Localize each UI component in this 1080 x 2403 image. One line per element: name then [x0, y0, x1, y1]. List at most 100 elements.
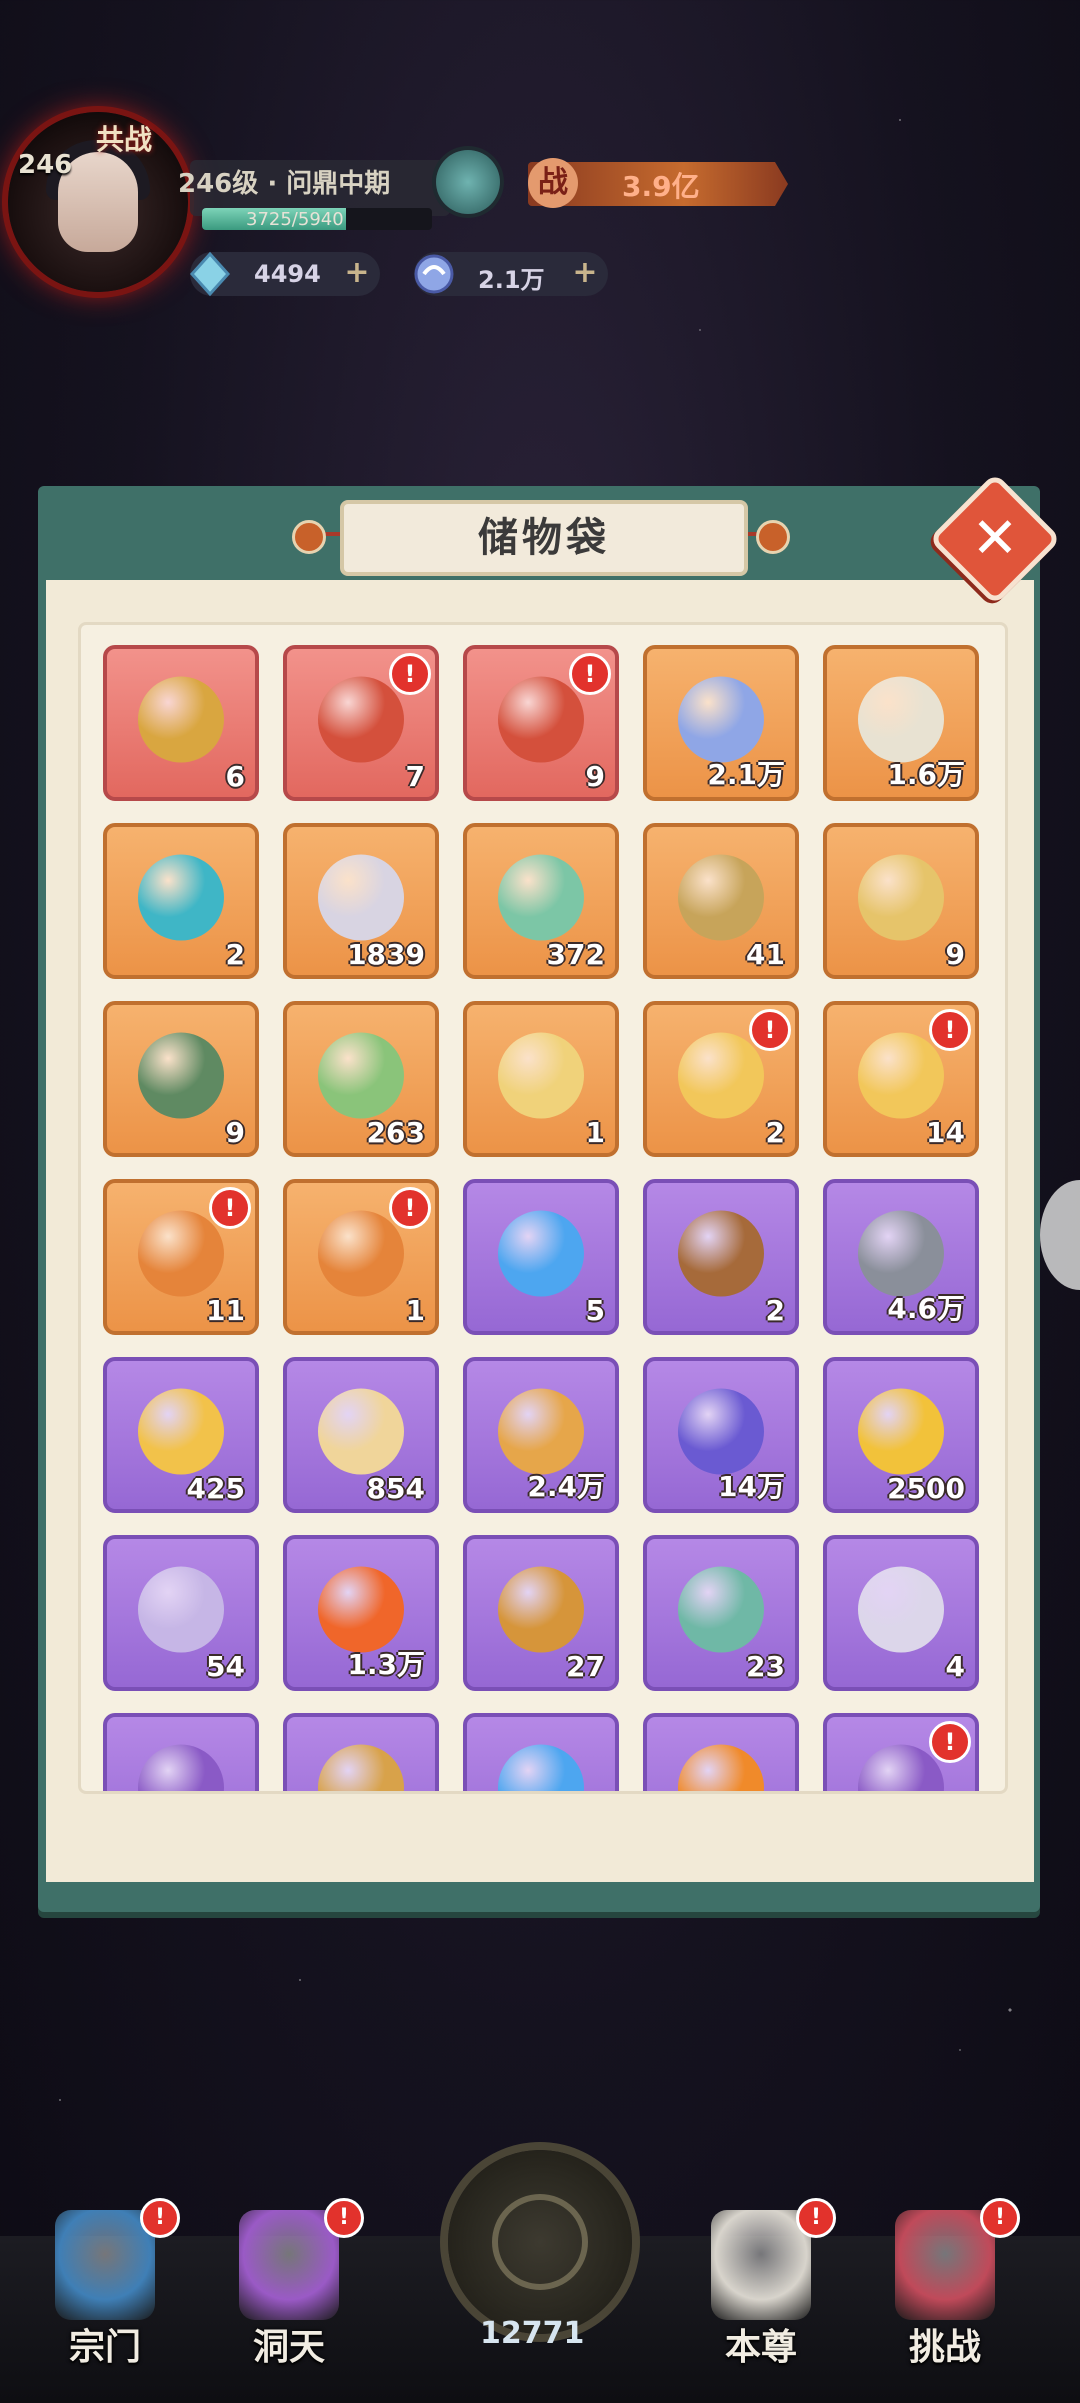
- purple-manual-icon: [138, 1744, 224, 1791]
- inventory-slot-gold-shard[interactable]: 2500: [823, 1357, 979, 1513]
- sect-icon: [55, 2210, 155, 2320]
- add-spirit-stone-button[interactable]: +: [570, 258, 600, 288]
- orb-stand-icon: [498, 1032, 584, 1119]
- item-count: 2: [225, 938, 245, 971]
- item-count: 854: [366, 1472, 425, 1505]
- item-count: 41: [746, 938, 785, 971]
- nav-alert-badge: !: [324, 2198, 364, 2238]
- new-item-alert-badge: !: [209, 1187, 251, 1229]
- inventory-slot-fortune-ticket[interactable]: 27: [463, 1535, 619, 1691]
- gold-crystal-icon: [138, 1388, 224, 1475]
- new-item-alert-badge: !: [929, 1721, 971, 1763]
- nav-sect[interactable]: ! 宗门: [30, 2190, 180, 2390]
- orange-manual-choice-icon: [318, 1210, 404, 1297]
- item-count: 2.4万: [527, 1470, 605, 1503]
- inventory-slot-manual-choice[interactable]: 9!: [463, 645, 619, 801]
- right-knob: [756, 520, 790, 554]
- item-count: 11: [206, 1294, 245, 1327]
- item-count: 2.1万: [707, 758, 785, 791]
- new-item-alert-badge: !: [929, 1009, 971, 1051]
- spirit-stone-count: 2.1万: [478, 266, 545, 294]
- item-count: 9: [585, 760, 605, 793]
- inventory-slot-bracelet[interactable]: 41: [643, 823, 799, 979]
- realm-cauldron-icon[interactable]: [436, 150, 500, 214]
- inventory-slot-map[interactable]: 263: [283, 1001, 439, 1157]
- item-count: 14: [926, 1116, 965, 1149]
- inventory-slot-brown-flame[interactable]: 2: [643, 1179, 799, 1335]
- jade-beast-icon: [498, 854, 584, 941]
- bracelet-icon: [678, 854, 764, 941]
- purple-orb-icon: [678, 1388, 764, 1475]
- item-count: 5: [585, 1294, 605, 1327]
- inventory-slot-card[interactable]: 4: [823, 1535, 979, 1691]
- inventory-slot-manual[interactable]: 7!: [283, 645, 439, 801]
- spirit-stone-resource: 2.1万 +: [414, 252, 608, 296]
- inventory-slot-treasure-bag[interactable]: 14!: [823, 1001, 979, 1157]
- inventory-slot-gourd[interactable]: 23: [643, 1535, 799, 1691]
- inventory-slot-blue-flame-2[interactable]: [463, 1713, 619, 1791]
- inventory-slot-talisman[interactable]: 1839: [283, 823, 439, 979]
- blue-flame-2-icon: [498, 1744, 584, 1791]
- orange-manual-icon: [138, 1210, 224, 1297]
- center-cultivate-button[interactable]: [448, 2150, 632, 2334]
- inventory-slot-scroll[interactable]: 9: [823, 823, 979, 979]
- new-item-alert-badge: !: [569, 653, 611, 695]
- item-count: 2: [765, 1116, 785, 1149]
- inventory-slot-book[interactable]: 9: [103, 1001, 259, 1157]
- exp-text: 3725/5940: [246, 209, 344, 230]
- avatar-tag: 共战: [96, 123, 153, 156]
- bone-icon: [858, 676, 944, 763]
- orange-crystal-icon: [678, 1744, 764, 1791]
- inventory-slot-ring[interactable]: 6: [103, 645, 259, 801]
- inventory-slot-orange-manual-choice[interactable]: 1!: [283, 1179, 439, 1335]
- inventory-slot-compass[interactable]: 854: [283, 1357, 439, 1513]
- inventory-slot-gold-token[interactable]: [283, 1713, 439, 1791]
- inventory-grid-area[interactable]: 6 7! 9! 2.1万 1.6万 2 1839 372 41 9 9 263 1 2! 14! 11! 1! 5…: [78, 622, 1008, 1794]
- nav-cave[interactable]: ! 洞天: [214, 2190, 364, 2390]
- new-item-alert-badge: !: [749, 1009, 791, 1051]
- inventory-slot-blue-flame[interactable]: 5: [463, 1179, 619, 1335]
- inventory-slot-purple-manual-2[interactable]: !: [823, 1713, 979, 1791]
- item-count: 425: [186, 1472, 245, 1505]
- nav-self[interactable]: ! 本尊: [686, 2190, 836, 2390]
- inventory-slot-mystery-bag[interactable]: 2!: [643, 1001, 799, 1157]
- new-item-alert-badge: !: [389, 1187, 431, 1229]
- card-icon: [858, 1566, 944, 1653]
- add-diamond-button[interactable]: +: [342, 258, 372, 288]
- manual-icon: [318, 676, 404, 763]
- cave-icon: [239, 2210, 339, 2320]
- orb-ring: [492, 2194, 588, 2290]
- item-count: 1: [405, 1294, 425, 1327]
- avatar-level: 246: [18, 150, 73, 180]
- nav-alert-badge: !: [140, 2198, 180, 2238]
- inventory-slot-gold-crystal[interactable]: 425: [103, 1357, 259, 1513]
- inventory-slot-fire-spirit[interactable]: 1.3万: [283, 1535, 439, 1691]
- nav-alert-badge: !: [980, 2198, 1020, 2238]
- inventory-slot-spirit-stone[interactable]: 2.1万: [643, 645, 799, 801]
- item-count: 23: [746, 1650, 785, 1683]
- mystery-bag-icon: [678, 1032, 764, 1119]
- inventory-slot-orange-crystal[interactable]: [643, 1713, 799, 1791]
- inventory-slot-orb-stand[interactable]: 1: [463, 1001, 619, 1157]
- inventory-slot-ore[interactable]: 4.6万: [823, 1179, 979, 1335]
- inventory-slot-purple-manual[interactable]: [103, 1713, 259, 1791]
- nav-label-sect: 宗门: [68, 2327, 141, 2368]
- item-count: 54: [206, 1650, 245, 1683]
- brown-flame-icon: [678, 1210, 764, 1297]
- close-icon: ✕: [971, 506, 1019, 571]
- inventory-slot-bone[interactable]: 1.6万: [823, 645, 979, 801]
- nav-label-self: 本尊: [724, 2327, 797, 2368]
- inventory-slot-purple-orb[interactable]: 14万: [643, 1357, 799, 1513]
- nav-challenge[interactable]: ! 挑战: [870, 2190, 1020, 2390]
- combat-power-badge: 战: [528, 158, 578, 208]
- inventory-slot-jade-beast[interactable]: 372: [463, 823, 619, 979]
- blue-flame-icon: [498, 1210, 584, 1297]
- manual-choice-icon: [498, 676, 584, 763]
- inventory-slot-crystal[interactable]: 2: [103, 823, 259, 979]
- inventory-slot-orange-manual[interactable]: 11!: [103, 1179, 259, 1335]
- item-count: 6: [225, 760, 245, 793]
- treasure-bag-icon: [858, 1032, 944, 1119]
- item-count: 7: [405, 760, 425, 793]
- inventory-slot-silver-ring[interactable]: 54: [103, 1535, 259, 1691]
- inventory-slot-medal[interactable]: 2.4万: [463, 1357, 619, 1513]
